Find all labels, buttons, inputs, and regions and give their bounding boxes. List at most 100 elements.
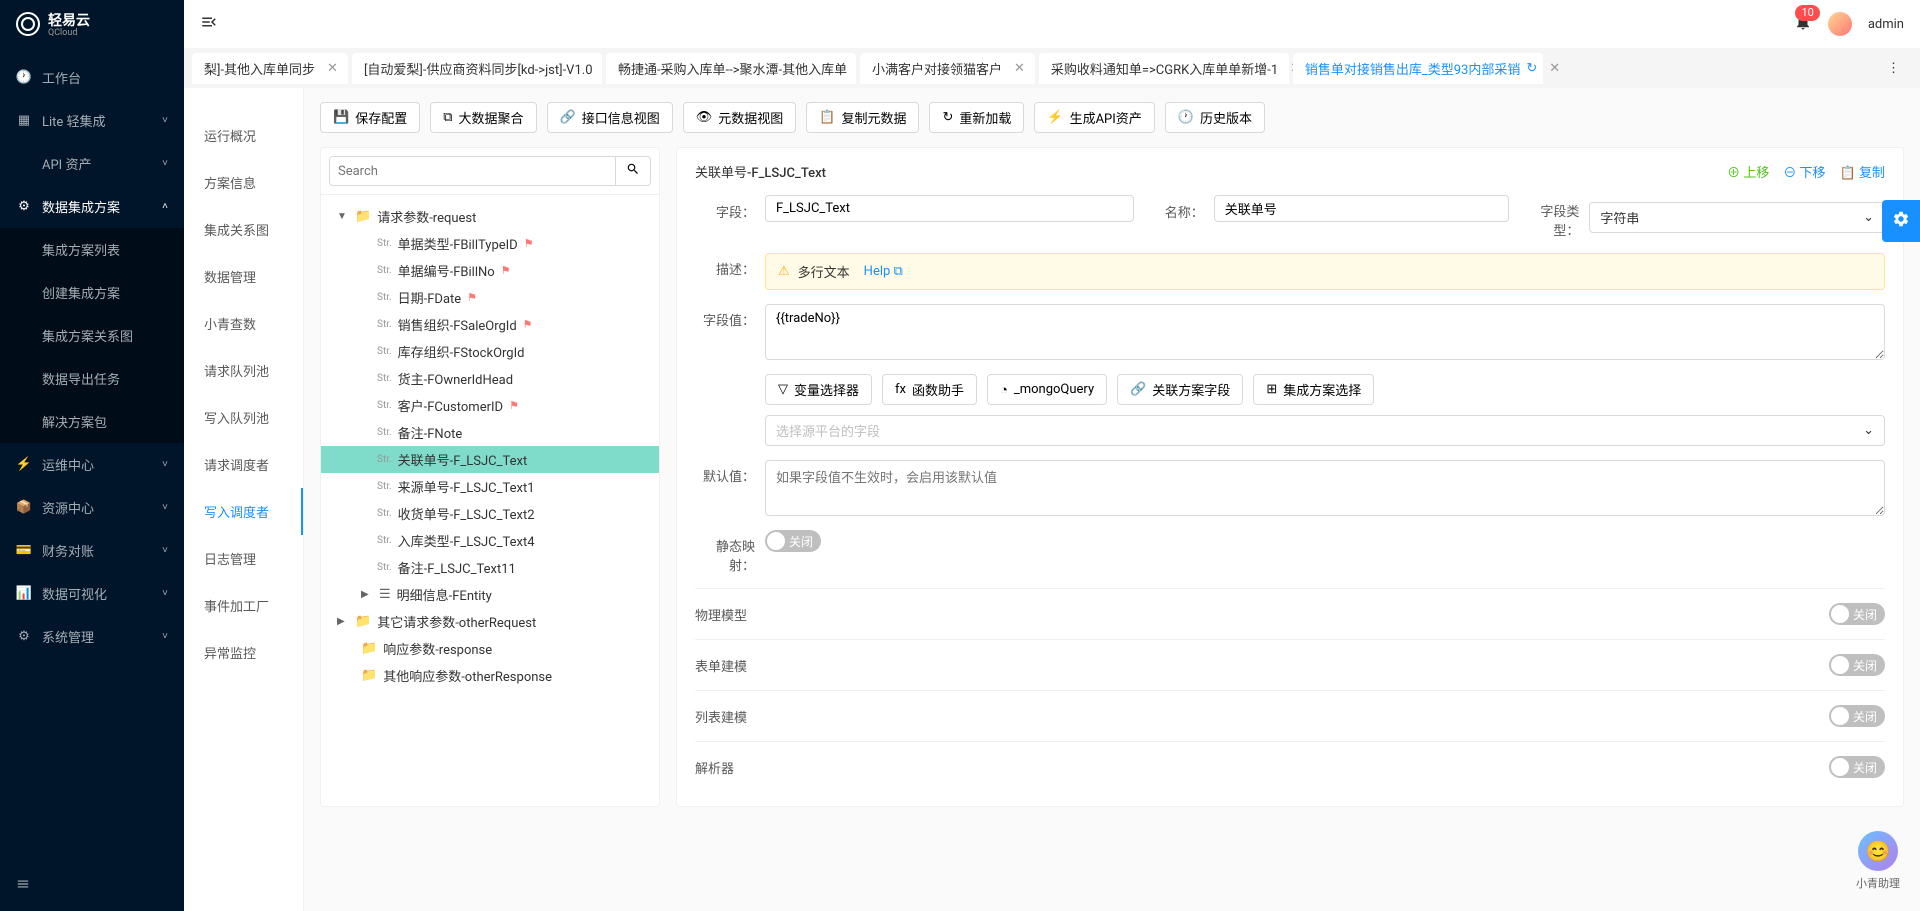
- section-toggle-1[interactable]: 关闭: [1829, 654, 1885, 676]
- tree-toggle-icon[interactable]: ▶: [361, 589, 373, 600]
- name-input[interactable]: [1214, 195, 1510, 222]
- tree-toggle-icon[interactable]: ▶: [337, 616, 349, 627]
- tree-node-8[interactable]: Str.备注-FNote: [321, 419, 659, 446]
- toolbar-btn-1[interactable]: ⧉大数据聚合: [430, 102, 536, 133]
- toolbar-btn-2[interactable]: 🔗接口信息视图: [547, 102, 673, 133]
- warning-icon: ⚠: [778, 264, 790, 279]
- move-up-button[interactable]: ⊕ 上移: [1727, 162, 1769, 181]
- nav-icon: 🕐: [16, 70, 32, 86]
- tree-toggle-icon[interactable]: ▼: [337, 211, 349, 222]
- avatar[interactable]: [1828, 12, 1852, 36]
- plan-select-button[interactable]: ⊞ 集成方案选择: [1253, 374, 1374, 405]
- hamburger-icon[interactable]: [200, 13, 218, 35]
- tab-1[interactable]: [自动爱梨]-供应商资料同步[kd->jst]-V1.0✕: [352, 53, 602, 84]
- mid-nav-6[interactable]: 写入队列池: [184, 394, 303, 441]
- nav-item-2[interactable]: API 资产˅: [0, 142, 184, 185]
- chevron-icon: ˄: [162, 201, 168, 212]
- notification-bell[interactable]: 10: [1794, 13, 1812, 35]
- mid-nav-8[interactable]: 写入调度者: [184, 488, 303, 535]
- toolbar-btn-6[interactable]: ⚡生成API资产: [1034, 102, 1154, 133]
- mid-nav-0[interactable]: 运行概况: [184, 112, 303, 159]
- tab-0[interactable]: 梨]-其他入库单同步✕: [192, 53, 348, 84]
- mid-nav-7[interactable]: 请求调度者: [184, 441, 303, 488]
- toolbar-btn-5[interactable]: ↻重新加载: [929, 102, 1024, 133]
- close-icon[interactable]: ✕: [321, 61, 344, 76]
- nav-sub-item-3[interactable]: 数据导出任务: [0, 357, 184, 400]
- move-down-button[interactable]: ⊖ 下移: [1783, 162, 1825, 181]
- tree-node-10[interactable]: Str.来源单号-F_LSJC_Text1: [321, 473, 659, 500]
- toolbar-btn-7[interactable]: 🕐历史版本: [1165, 102, 1265, 133]
- nav-sub-item-0[interactable]: 集成方案列表: [0, 228, 184, 271]
- fieldvalue-label: 字段值：: [695, 304, 755, 329]
- field-input[interactable]: [765, 195, 1134, 222]
- tab-3[interactable]: 小满客户对接领猫客户✕: [860, 53, 1035, 84]
- copy-button[interactable]: 📋 复制: [1840, 162, 1885, 181]
- tree-node-12[interactable]: Str.入库类型-F_LSJC_Text4: [321, 527, 659, 554]
- tree-node-3[interactable]: Str.日期-FDate⚑: [321, 284, 659, 311]
- nav-item-3[interactable]: ⚙数据集成方案˄: [0, 185, 184, 228]
- func-helper-button[interactable]: fx 函数助手: [882, 374, 977, 405]
- search-input[interactable]: [329, 156, 616, 186]
- type-badge: Str.: [377, 481, 392, 492]
- mid-nav-4[interactable]: 小青查数: [184, 300, 303, 347]
- tree-node-0[interactable]: ▼📁请求参数-request: [321, 203, 659, 230]
- nav-item-8[interactable]: ⚙系统管理˅: [0, 615, 184, 658]
- tree-node-2[interactable]: Str.单据编号-FBillNo⚑: [321, 257, 659, 284]
- fieldtype-select[interactable]: 字符串⌄: [1589, 202, 1885, 233]
- toolbar-btn-4[interactable]: 📋复制元数据: [806, 102, 919, 133]
- tree-node-16[interactable]: 📁响应参数-response: [321, 635, 659, 662]
- tree-node-11[interactable]: Str.收货单号-F_LSJC_Text2: [321, 500, 659, 527]
- mid-nav-1[interactable]: 方案信息: [184, 159, 303, 206]
- tab-more-button[interactable]: ⋮: [1875, 61, 1912, 76]
- nav-sub-item-1[interactable]: 创建集成方案: [0, 271, 184, 314]
- section-toggle-2[interactable]: 关闭: [1829, 705, 1885, 727]
- tree-node-15[interactable]: ▶📁其它请求参数-otherRequest: [321, 608, 659, 635]
- mid-nav-9[interactable]: 日志管理: [184, 535, 303, 582]
- type-badge: Str.: [377, 319, 392, 330]
- assistant-widget[interactable]: 😊 小青助理: [1856, 831, 1900, 891]
- related-field-button[interactable]: 🔗 关联方案字段: [1117, 374, 1243, 405]
- mongo-query-button[interactable]: ◔ _mongoQuery: [987, 374, 1107, 405]
- tab-4[interactable]: 采购收料通知单=>CGRK入库单单新增-1✕: [1039, 53, 1289, 84]
- mid-nav-3[interactable]: 数据管理: [184, 253, 303, 300]
- tree-node-1[interactable]: Str.单据类型-FBillTypeID⚑: [321, 230, 659, 257]
- tree-node-4[interactable]: Str.销售组织-FSaleOrgId⚑: [321, 311, 659, 338]
- tree-node-7[interactable]: Str.客户-FCustomerID⚑: [321, 392, 659, 419]
- tree-node-6[interactable]: Str.货主-FOwnerIdHead: [321, 365, 659, 392]
- default-textarea[interactable]: [765, 460, 1885, 516]
- section-toggle-0[interactable]: 关闭: [1829, 603, 1885, 625]
- nav-item-1[interactable]: ▦Lite 轻集成˅: [0, 99, 184, 142]
- toolbar-btn-3[interactable]: 👁元数据视图: [683, 102, 797, 133]
- nav-item-4[interactable]: ⚡运维中心˅: [0, 443, 184, 486]
- staticmap-toggle[interactable]: 关闭: [765, 530, 821, 552]
- tree-node-5[interactable]: Str.库存组织-FStockOrgId: [321, 338, 659, 365]
- nav-item-7[interactable]: 📊数据可视化˅: [0, 572, 184, 615]
- tree-node-14[interactable]: ▶☰明细信息-FEntity: [321, 581, 659, 608]
- toolbar-btn-0[interactable]: 💾保存配置: [320, 102, 420, 133]
- mid-nav-11[interactable]: 异常监控: [184, 629, 303, 676]
- tree-node-9[interactable]: Str.关联单号-F_LSJC_Text: [321, 446, 659, 473]
- nav-sub-item-2[interactable]: 集成方案关系图: [0, 314, 184, 357]
- section-toggle-3[interactable]: 关闭: [1829, 756, 1885, 778]
- help-link[interactable]: Help ⧉: [864, 264, 903, 279]
- close-icon[interactable]: ✕: [1008, 61, 1031, 76]
- nav-item-0[interactable]: 🕐工作台: [0, 56, 184, 99]
- tree-node-13[interactable]: Str.备注-F_LSJC_Text11: [321, 554, 659, 581]
- mid-nav-10[interactable]: 事件加工厂: [184, 582, 303, 629]
- nav-item-6[interactable]: 💳财务对账˅: [0, 529, 184, 572]
- var-selector-button[interactable]: ▽ 变量选择器: [765, 374, 872, 405]
- nav-item-5[interactable]: 📦资源中心˅: [0, 486, 184, 529]
- mid-nav-2[interactable]: 集成关系图: [184, 206, 303, 253]
- fieldvalue-textarea[interactable]: {{tradeNo}}: [765, 304, 1885, 360]
- tab-2[interactable]: 畅捷通-采购入库单-->聚水潭-其他入库单✕: [606, 53, 856, 84]
- tree-node-17[interactable]: 📁其他响应参数-otherResponse: [321, 662, 659, 689]
- nav-sub-item-4[interactable]: 解决方案包: [0, 400, 184, 443]
- settings-float-button[interactable]: [1882, 200, 1920, 242]
- tab-5[interactable]: 销售单对接销售出库_类型93内部采销↻✕: [1293, 53, 1543, 84]
- platform-select[interactable]: 选择源平台的字段⌄: [765, 415, 1885, 446]
- mid-nav-5[interactable]: 请求队列池: [184, 347, 303, 394]
- close-icon[interactable]: ✕: [1543, 61, 1566, 76]
- search-button[interactable]: [616, 156, 651, 186]
- sidebar-collapse-button[interactable]: [16, 877, 30, 895]
- refresh-icon[interactable]: ↻: [1526, 61, 1537, 76]
